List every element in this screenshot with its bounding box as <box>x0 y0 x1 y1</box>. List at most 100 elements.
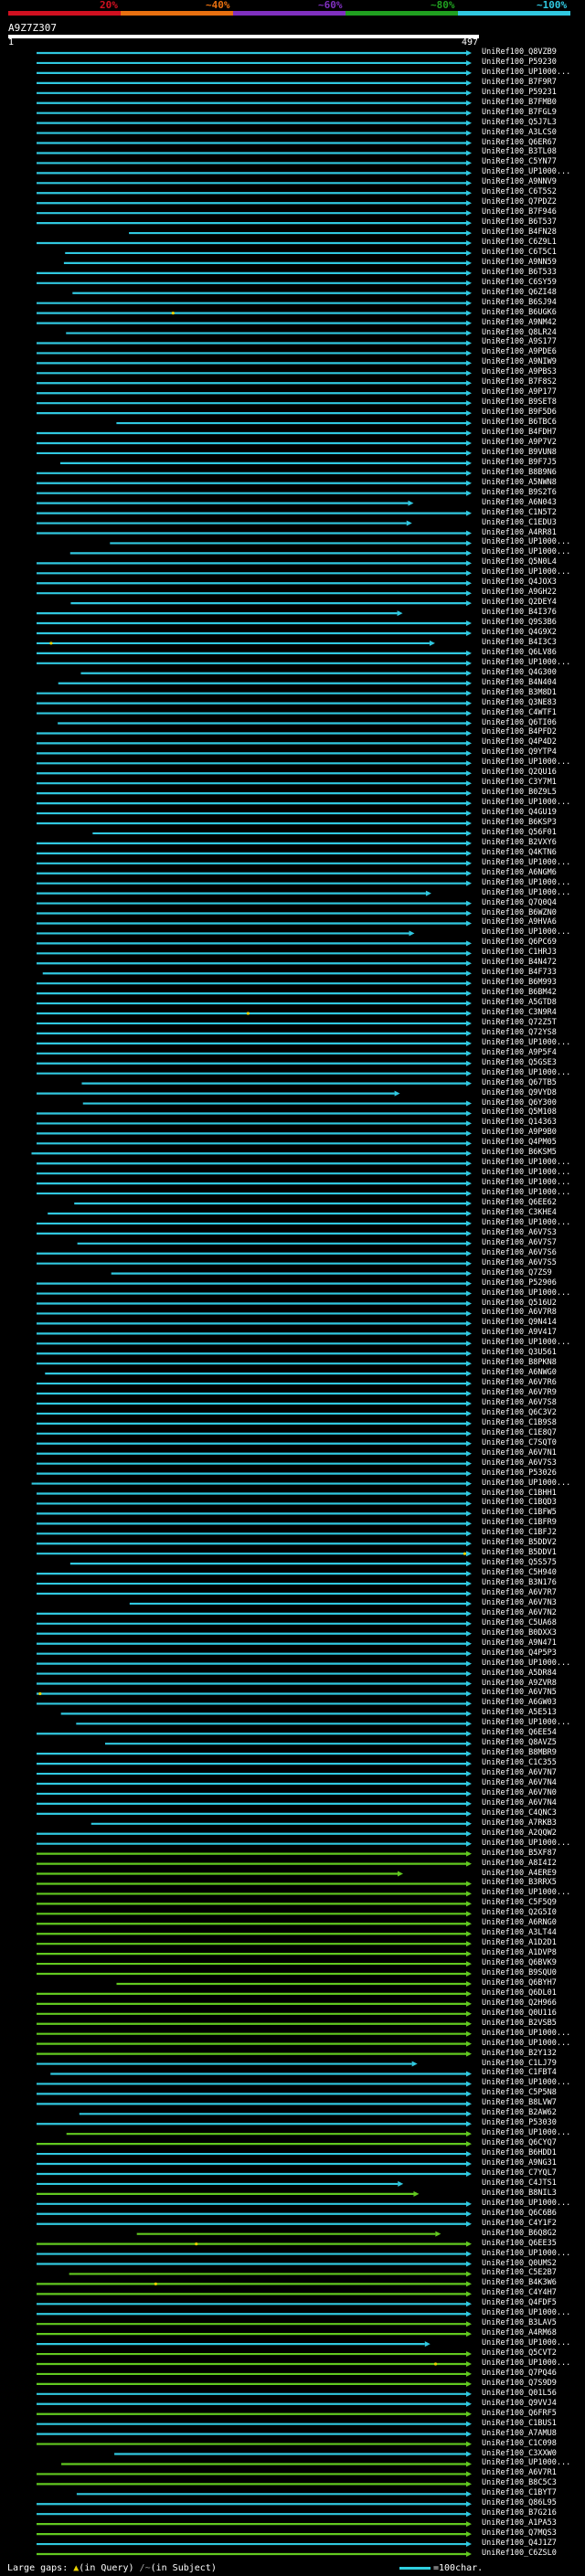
hit-label[interactable]: UniRef100_A9NM42 <box>482 318 557 327</box>
hit-label[interactable]: UniRef100_Q8AVZ5 <box>482 1739 557 1747</box>
hit-label[interactable]: UniRef100_A9HVA6 <box>482 918 557 927</box>
hit-label[interactable]: UniRef100_UP1000... <box>482 799 570 807</box>
hit-label[interactable]: UniRef100_B2Y132 <box>482 2049 557 2058</box>
hit-label[interactable]: UniRef100_Q7PDZ2 <box>482 198 557 207</box>
hit-label[interactable]: UniRef100_A6RNG0 <box>482 1919 557 1927</box>
hit-label[interactable]: UniRef100_C1N5T2 <box>482 508 557 517</box>
hit-label[interactable]: UniRef100_C6T5C1 <box>482 248 557 257</box>
hit-label[interactable]: UniRef100_C1BFW5 <box>482 1509 557 1517</box>
hit-label[interactable]: UniRef100_UP1000... <box>482 168 570 176</box>
hit-label[interactable]: UniRef100_Q2G5I0 <box>482 1909 557 1917</box>
hit-label[interactable]: UniRef100_B6BM42 <box>482 989 557 997</box>
hit-label[interactable]: UniRef100_B6KSP3 <box>482 818 557 827</box>
hit-label[interactable]: UniRef100_A1PA53 <box>482 2519 557 2528</box>
hit-label[interactable]: UniRef100_A6V7N7 <box>482 1769 557 1777</box>
hit-label[interactable]: UniRef100_A6V7N3 <box>482 1598 557 1607</box>
hit-label[interactable]: UniRef100_A6V7S6 <box>482 1248 557 1257</box>
hit-label[interactable]: UniRef100_Q4P5P3 <box>482 1648 557 1658</box>
hit-label[interactable]: UniRef100_UP1000... <box>482 1159 570 1167</box>
hit-label[interactable]: UniRef100_A9P7V2 <box>482 438 557 447</box>
hit-label[interactable]: UniRef100_A9NN59 <box>482 258 557 267</box>
hit-label[interactable]: UniRef100_Q6FRF5 <box>482 2409 557 2418</box>
hit-label[interactable]: UniRef100_Q4P4D2 <box>482 738 557 747</box>
hit-label[interactable]: UniRef100_Q9YTP4 <box>482 748 557 757</box>
hit-label[interactable]: UniRef100_A6V7N0 <box>482 1788 557 1797</box>
hit-label[interactable]: UniRef100_Q4KTN6 <box>482 848 557 857</box>
hit-label[interactable]: UniRef100_Q3NE83 <box>482 698 557 707</box>
hit-label[interactable]: UniRef100_A6V7R1 <box>482 2469 557 2477</box>
hit-label[interactable]: UniRef100_UP1000... <box>482 538 570 546</box>
hit-label[interactable]: UniRef100_C6ZSL0 <box>482 2549 557 2558</box>
hit-label[interactable]: UniRef100_B9F7J5 <box>482 458 557 467</box>
hit-label[interactable]: UniRef100_B9SQU0 <box>482 1969 557 1977</box>
hit-label[interactable]: UniRef100_B7F9R7 <box>482 78 557 87</box>
hit-label[interactable]: UniRef100_A6NWG0 <box>482 1369 557 1377</box>
hit-label[interactable]: UniRef100_C5F5Q9 <box>482 1899 557 1907</box>
hit-label[interactable]: UniRef100_Q6C6B6 <box>482 2209 557 2218</box>
hit-label[interactable]: UniRef100_Q3U561 <box>482 1349 557 1357</box>
hit-label[interactable]: UniRef100_UP1000... <box>482 2249 570 2258</box>
hit-label[interactable]: UniRef100_B8C5C3 <box>482 2479 557 2487</box>
hit-label[interactable]: UniRef100_B4FN28 <box>482 228 557 237</box>
hit-label[interactable]: UniRef100_B3LAV5 <box>482 2319 557 2327</box>
hit-label[interactable]: UniRef100_A4ERE9 <box>482 1869 557 1878</box>
hit-label[interactable]: UniRef100_Q67TB5 <box>482 1078 557 1087</box>
hit-label[interactable]: UniRef100_B6UGK6 <box>482 308 557 317</box>
hit-label[interactable]: UniRef100_A6V7S7 <box>482 1238 557 1247</box>
hit-label[interactable]: UniRef100_A9GH22 <box>482 588 557 597</box>
hit-label[interactable]: UniRef100_UP1000... <box>482 1479 570 1488</box>
hit-label[interactable]: UniRef100_C3Y7M1 <box>482 779 557 787</box>
hit-label[interactable]: UniRef100_A6V7N4 <box>482 1779 557 1787</box>
hit-label[interactable]: UniRef100_Q6TI06 <box>482 718 557 727</box>
hit-label[interactable]: UniRef100_A6NGM6 <box>482 868 557 877</box>
hit-label[interactable]: UniRef100_P53026 <box>482 1468 557 1478</box>
hit-label[interactable]: UniRef100_UP1000... <box>482 1179 570 1187</box>
hit-label[interactable]: UniRef100_Q6ZI48 <box>482 288 557 297</box>
hit-label[interactable]: UniRef100_A9P5F4 <box>482 1048 557 1057</box>
hit-label[interactable]: UniRef100_Q5N0L4 <box>482 558 557 567</box>
hit-label[interactable]: UniRef100_B9F5D6 <box>482 408 557 417</box>
hit-label[interactable]: UniRef100_B5DDV2 <box>482 1539 557 1547</box>
hit-label[interactable]: UniRef100_A1DVP8 <box>482 1949 557 1957</box>
hit-label[interactable]: UniRef100_C4Y4H7 <box>482 2289 557 2297</box>
hit-label[interactable]: UniRef100_UP1000... <box>482 1889 570 1897</box>
hit-label[interactable]: UniRef100_Q4JOX3 <box>482 578 557 587</box>
hit-label[interactable]: UniRef100_Q5S575 <box>482 1559 557 1567</box>
hit-label[interactable]: UniRef100_B3N176 <box>482 1579 557 1587</box>
hit-label[interactable]: UniRef100_Q5CVT2 <box>482 2349 557 2358</box>
hit-label[interactable]: UniRef100_Q4PM05 <box>482 1139 557 1147</box>
hit-label[interactable]: UniRef100_UP1000... <box>482 2359 570 2368</box>
hit-label[interactable]: UniRef100_B7G216 <box>482 2509 557 2518</box>
hit-label[interactable]: UniRef100_UP1000... <box>482 888 570 897</box>
hit-label[interactable]: UniRef100_Q516U2 <box>482 1299 557 1308</box>
hit-label[interactable]: UniRef100_B6HDD1 <box>482 2149 557 2157</box>
hit-label[interactable]: UniRef100_A4RR81 <box>482 528 557 537</box>
hit-label[interactable]: UniRef100_Q0U116 <box>482 2009 557 2018</box>
hit-label[interactable]: UniRef100_UP1000... <box>482 2339 570 2348</box>
hit-label[interactable]: UniRef100_A9NNV9 <box>482 178 557 186</box>
hit-label[interactable]: UniRef100_Q72Z5T <box>482 1018 557 1027</box>
hit-label[interactable]: UniRef100_A4RM68 <box>482 2329 557 2337</box>
hit-label[interactable]: UniRef100_UP1000... <box>482 1169 570 1177</box>
hit-label[interactable]: UniRef100_Q6BVK9 <box>482 1959 557 1967</box>
hit-label[interactable]: UniRef100_A8I4I2 <box>482 1859 557 1868</box>
hit-label[interactable]: UniRef100_A6V7R6 <box>482 1379 557 1387</box>
hit-label[interactable]: UniRef100_C3N9R4 <box>482 1009 557 1017</box>
hit-label[interactable]: UniRef100_Q8LR24 <box>482 328 557 337</box>
hit-label[interactable]: UniRef100_C1E8Q7 <box>482 1428 557 1437</box>
hit-label[interactable]: UniRef100_Q5GSE3 <box>482 1058 557 1067</box>
hit-label[interactable]: UniRef100_UP1000... <box>482 2309 570 2317</box>
hit-label[interactable]: UniRef100_A6V7N4 <box>482 1798 557 1807</box>
hit-label[interactable]: UniRef100_Q7MQS3 <box>482 2529 557 2538</box>
hit-label[interactable]: UniRef100_Q6ER67 <box>482 138 557 147</box>
hit-label[interactable]: UniRef100_UP1000... <box>482 2129 570 2137</box>
hit-label[interactable]: UniRef100_A3LCS0 <box>482 128 557 137</box>
hit-label[interactable]: UniRef100_B4F733 <box>482 969 557 977</box>
hit-label[interactable]: UniRef100_UP1000... <box>482 2029 570 2038</box>
hit-label[interactable]: UniRef100_A6V7S5 <box>482 1258 557 1267</box>
hit-label[interactable]: UniRef100_A3LT44 <box>482 1929 557 1937</box>
hit-label[interactable]: UniRef100_C5YN77 <box>482 158 557 166</box>
hit-label[interactable]: UniRef100_C1HRJ3 <box>482 949 557 957</box>
hit-label[interactable]: UniRef100_UP1000... <box>482 2199 570 2208</box>
hit-label[interactable]: UniRef100_Q2QU16 <box>482 769 557 777</box>
